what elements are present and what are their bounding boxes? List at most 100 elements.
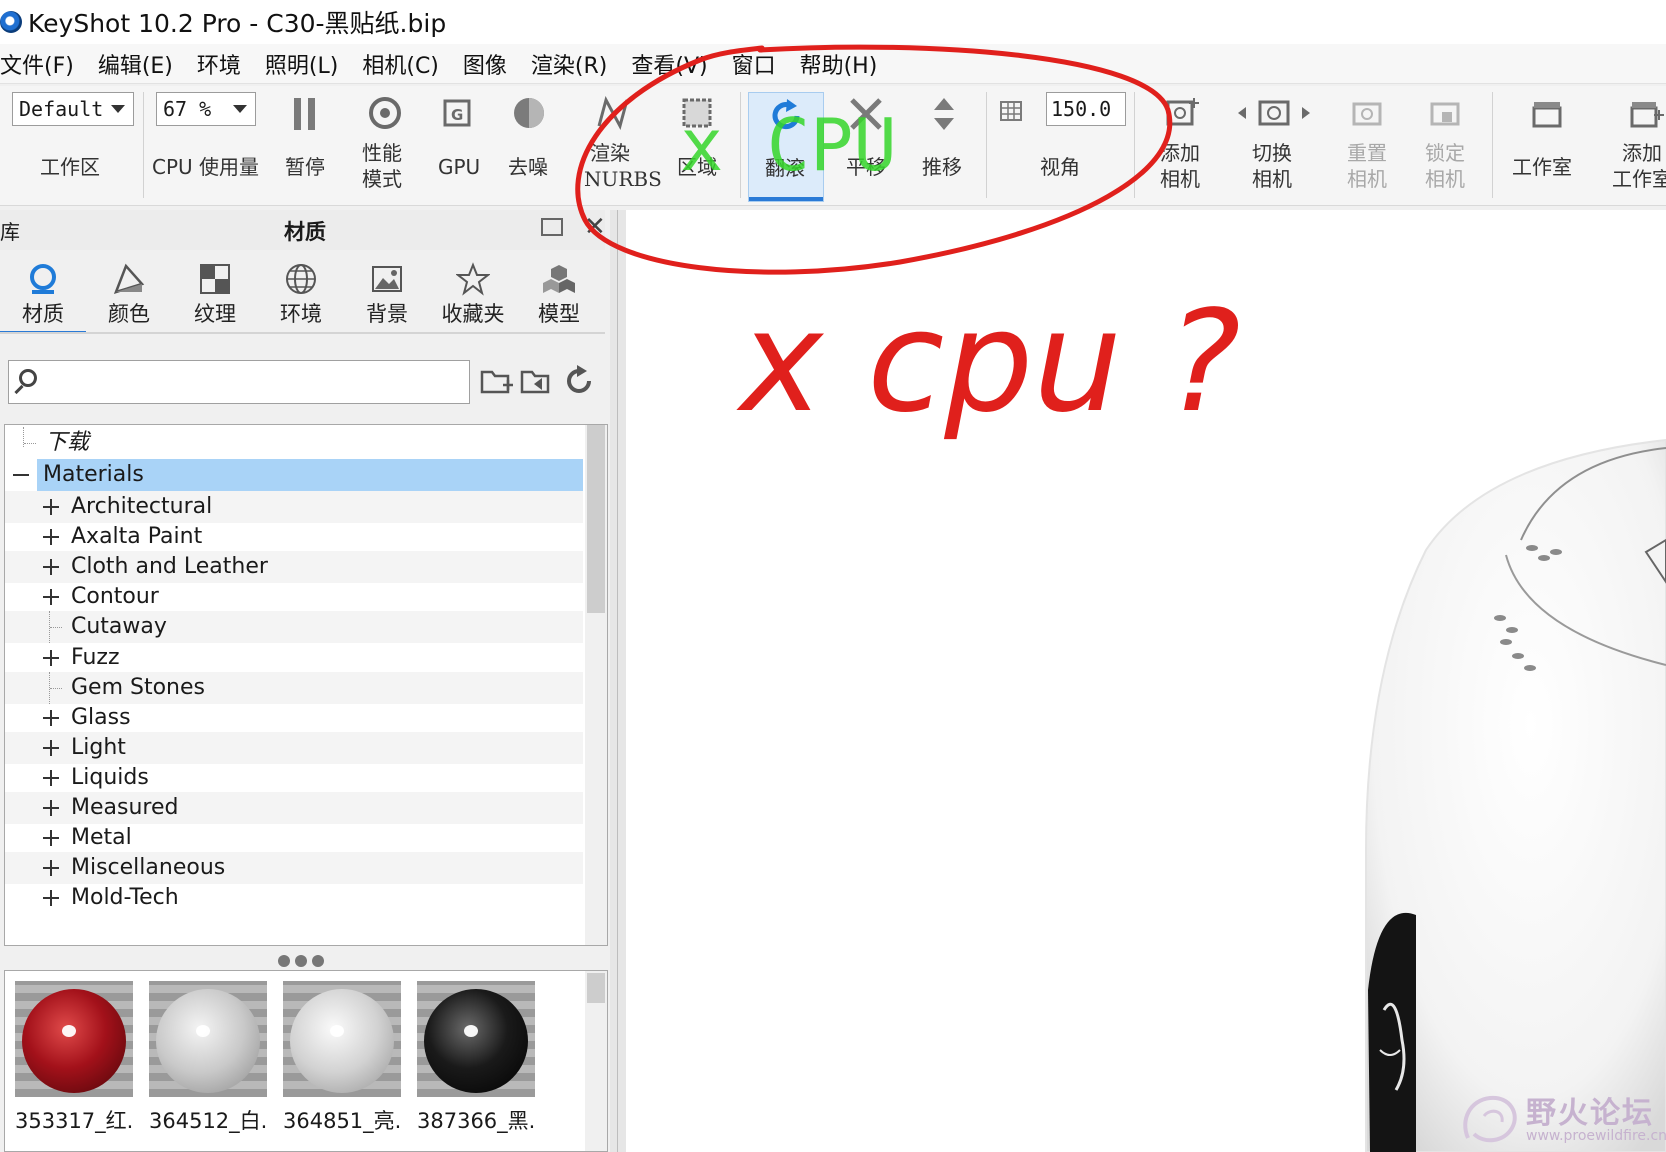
tab-materials[interactable]: 材质 xyxy=(0,252,86,334)
keyshot-window: KeyShot 10.2 Pro - C30-黑贴纸.bip 文件(F) 编辑(… xyxy=(0,0,1666,1152)
tab-models[interactable]: 模型 xyxy=(516,252,602,334)
tree-item-category[interactable]: Glass xyxy=(5,702,583,734)
switch-camera-button[interactable]: 切换 相机 xyxy=(1232,92,1316,202)
expand-icon[interactable] xyxy=(43,559,59,576)
tree-item-materials-root[interactable]: Materials xyxy=(5,459,583,491)
region-button[interactable]: 区域 xyxy=(668,92,728,202)
tree-item-category[interactable]: Light xyxy=(5,731,583,764)
switch-camera-icon xyxy=(1238,100,1310,126)
workspace-dropdown[interactable]: Default xyxy=(12,92,134,126)
tree-item-category[interactable]: Metal xyxy=(5,822,583,854)
lock-camera-button[interactable]: 锁定 相机 xyxy=(1414,92,1478,202)
render-viewport[interactable] xyxy=(626,210,1666,1152)
tab-label: 背景 xyxy=(366,302,408,326)
thumbnails-scrollbar[interactable] xyxy=(585,971,607,1151)
tree-item-download[interactable]: 下载 xyxy=(5,427,583,459)
add-camera-label-2: 相机 xyxy=(1160,167,1200,191)
menu-window[interactable]: 窗口 xyxy=(732,48,788,80)
tree-item-category[interactable]: Axalta Paint xyxy=(5,521,583,553)
expand-icon[interactable] xyxy=(43,649,59,666)
panel-splitter-handle[interactable] xyxy=(278,952,329,971)
tree-item-label: Gem Stones xyxy=(71,674,205,700)
menu-lighting[interactable]: 照明(L) xyxy=(265,48,350,80)
studio-button[interactable]: 工作室 xyxy=(1504,92,1588,202)
tab-favorites[interactable]: 收藏夹 xyxy=(430,252,516,334)
tree-item-category[interactable]: Measured xyxy=(5,792,583,824)
tab-backplates[interactable]: 背景 xyxy=(344,252,430,334)
performance-mode-icon xyxy=(369,97,401,129)
undock-icon[interactable] xyxy=(541,218,563,236)
cpu-usage-dropdown[interactable]: 67 % xyxy=(156,92,256,126)
reset-camera-button[interactable]: 重置 相机 xyxy=(1336,92,1400,202)
dolly-button[interactable]: 推移 xyxy=(912,92,976,202)
add-studio-button[interactable]: 添加 工作室 xyxy=(1608,92,1666,202)
pause-icon xyxy=(294,98,315,130)
material-thumbnail[interactable]: 387366_黑... xyxy=(409,981,537,1135)
menu-camera[interactable]: 相机(C) xyxy=(362,48,451,80)
expand-icon[interactable] xyxy=(43,499,59,515)
tree-item-category[interactable]: Mold-Tech xyxy=(5,882,583,914)
pan-button[interactable]: 平移 xyxy=(838,92,898,202)
forum-watermark: 野火论坛 www.proewildfire.cn xyxy=(1456,1086,1666,1152)
menu-help[interactable]: 帮助(H) xyxy=(800,48,890,80)
collapse-icon[interactable] xyxy=(13,467,29,483)
tumble-button[interactable]: 翻滚 xyxy=(748,92,824,202)
performance-mode-button[interactable]: 性能 模式 xyxy=(352,92,416,202)
close-icon[interactable]: ✕ xyxy=(584,214,606,240)
tree-item-category[interactable]: Fuzz xyxy=(5,642,583,674)
denoise-button[interactable]: 去噪 xyxy=(500,92,558,202)
expand-icon[interactable] xyxy=(43,739,59,756)
field-of-view-input[interactable]: 150.0 xyxy=(1046,92,1126,126)
new-folder-icon[interactable] xyxy=(480,364,516,398)
add-camera-button[interactable]: 添加 相机 xyxy=(1148,92,1214,202)
tree-item-category[interactable]: Contour xyxy=(5,581,583,613)
expand-icon[interactable] xyxy=(43,800,59,816)
render-nurbs-button[interactable]: 渲染 NURBS xyxy=(578,92,662,202)
material-name: 364851_亮... xyxy=(283,1109,403,1133)
expand-icon[interactable] xyxy=(43,769,59,786)
dolly-arrows-icon xyxy=(934,98,954,130)
tree-item-category[interactable]: Gem Stones xyxy=(5,671,583,704)
material-thumbnail[interactable]: 364851_亮... xyxy=(275,981,403,1135)
tree-item-label: Measured xyxy=(71,795,179,820)
refresh-icon[interactable] xyxy=(562,364,596,398)
menu-render[interactable]: 渲染(R) xyxy=(531,48,619,80)
panel-divider[interactable] xyxy=(610,210,626,1152)
menu-image[interactable]: 图像 xyxy=(463,48,519,80)
menu-file[interactable]: 文件(F) xyxy=(0,48,86,80)
expand-icon[interactable] xyxy=(43,589,59,606)
cpu-usage-label: CPU 使用量 xyxy=(152,155,260,179)
tree-item-category[interactable]: Liquids xyxy=(5,762,583,794)
tree-item-category[interactable]: Cutaway xyxy=(5,611,583,644)
tab-label: 模型 xyxy=(538,302,580,326)
import-folder-icon[interactable] xyxy=(520,364,556,398)
expand-icon[interactable] xyxy=(43,529,59,546)
tree-scrollbar[interactable] xyxy=(585,425,607,945)
tab-environments[interactable]: 环境 xyxy=(258,252,344,334)
material-name: 387366_黑... xyxy=(417,1109,537,1133)
tree-item-label: 下载 xyxy=(45,430,90,455)
menu-edit[interactable]: 编辑(E) xyxy=(98,48,185,80)
expand-icon[interactable] xyxy=(43,860,59,877)
tree-item-category[interactable]: Architectural xyxy=(5,491,583,523)
gpu-button[interactable]: G GPU xyxy=(428,92,484,202)
material-thumbnail[interactable]: 364512_白... xyxy=(141,981,269,1135)
tree-item-category[interactable]: Miscellaneous xyxy=(5,852,583,885)
tree-item-category[interactable]: Cloth and Leather xyxy=(5,551,583,584)
expand-icon[interactable] xyxy=(43,890,59,907)
tab-textures[interactable]: 纹理 xyxy=(172,252,258,334)
menu-view[interactable]: 查看(V) xyxy=(631,48,719,80)
library-tabs: 材质 颜色 纹理 环境 背景 收藏夹 模型 xyxy=(0,252,605,334)
material-thumbnail[interactable]: 353317_红... xyxy=(7,981,135,1135)
search-input[interactable] xyxy=(49,367,459,397)
expand-icon[interactable] xyxy=(43,709,59,726)
panel-title: 材质 xyxy=(284,220,326,244)
lock-camera-label-2: 相机 xyxy=(1425,167,1465,191)
tab-colors[interactable]: 颜色 xyxy=(86,252,172,334)
expand-icon[interactable] xyxy=(43,830,59,847)
pause-button[interactable]: 暂停 xyxy=(276,92,334,202)
material-preview-sphere xyxy=(290,989,394,1093)
menu-environment[interactable]: 环境 xyxy=(197,48,253,80)
pause-label: 暂停 xyxy=(285,155,325,179)
material-preview-sphere xyxy=(22,989,126,1093)
